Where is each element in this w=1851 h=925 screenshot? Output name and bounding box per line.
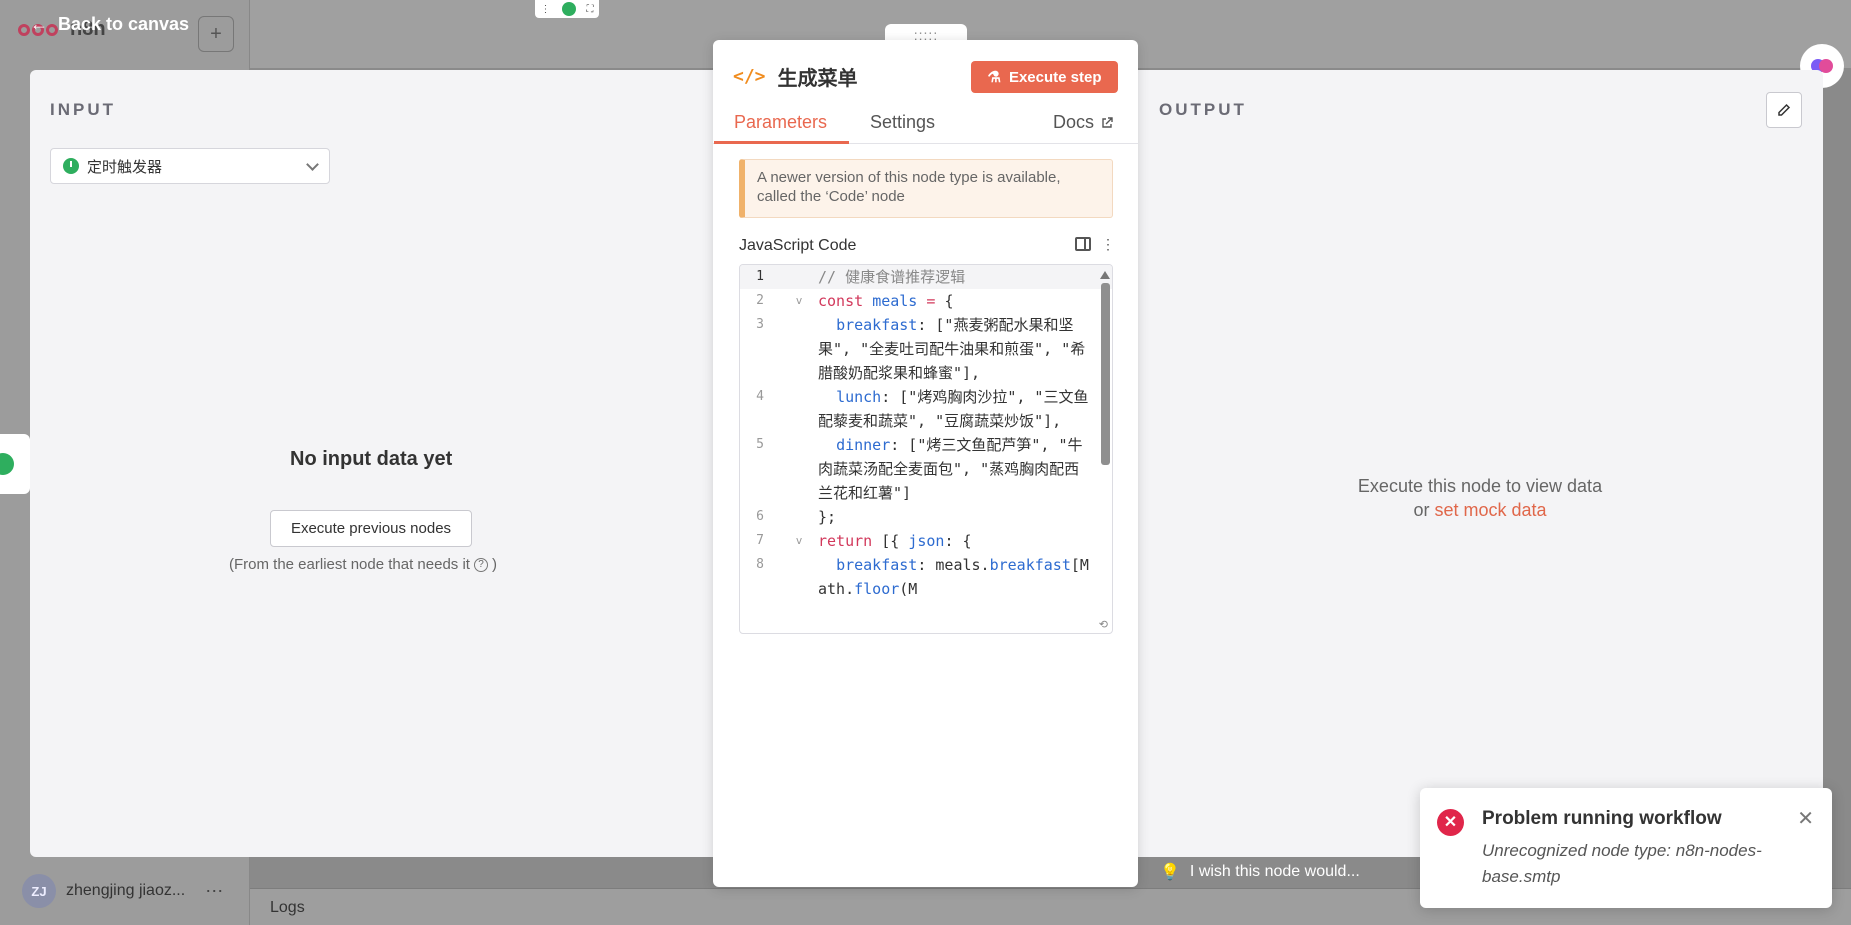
- toast-title: Problem running workflow: [1482, 808, 1722, 829]
- line-number: 6: [756, 509, 764, 524]
- upgrade-notice: A newer version of this node type is ava…: [739, 159, 1113, 218]
- fold-chevron-icon[interactable]: v: [780, 289, 818, 313]
- floating-toolbar: ⋮ ⛶: [535, 0, 599, 18]
- code-text: // 健康食谱推荐逻辑: [818, 268, 966, 286]
- play-icon[interactable]: [561, 2, 576, 16]
- docs-label: Docs: [1053, 112, 1095, 132]
- execute-step-button[interactable]: ⚗ Execute step: [971, 61, 1118, 93]
- clock-icon: [63, 158, 79, 174]
- user-menu[interactable]: ZJ zhengjing jiaoz... ⋯: [22, 874, 223, 908]
- code-line[interactable]: 2 v const meals = {: [740, 289, 1112, 313]
- avatar: ZJ: [22, 874, 56, 908]
- execute-previous-nodes-button[interactable]: Execute previous nodes: [270, 510, 472, 547]
- code-text: breakfast: ["燕麦粥配水果和坚果", "全麦吐司配牛油果和煎蛋", …: [818, 316, 1086, 382]
- no-input-title: No input data yet: [290, 448, 453, 470]
- hint-close: ): [491, 556, 497, 573]
- code-line[interactable]: 4 lunch: ["烤鸡胸肉沙拉", "三文鱼配藜麦和蔬菜", "豆腐蔬菜炒饭…: [740, 385, 1112, 433]
- error-icon: ✕: [1437, 809, 1464, 836]
- code-editor[interactable]: 1// 健康食谱推荐逻辑 2 v const meals = {3 breakfast…: [739, 264, 1113, 634]
- code-text: dinner: ["烤三文鱼配芦笋", "牛肉蔬菜汤配全麦面包", "蒸鸡胸肉配…: [818, 436, 1083, 502]
- fold-gutter: [780, 505, 818, 529]
- code-line[interactable]: 1 // 健康食谱推荐逻辑: [740, 265, 1112, 289]
- node-header: </> 生成菜单: [733, 62, 858, 91]
- selected-node-label: 定时触发器: [87, 158, 163, 176]
- line-number: 8: [756, 557, 764, 572]
- external-link-icon: [1102, 116, 1113, 128]
- tab-settings[interactable]: Settings: [870, 112, 935, 133]
- scroll-up-icon[interactable]: [1100, 271, 1110, 279]
- line-number: 3: [756, 317, 764, 332]
- node-title[interactable]: 生成菜单: [778, 62, 858, 91]
- active-tab-indicator: [714, 141, 849, 144]
- close-icon[interactable]: ✕: [1797, 806, 1814, 831]
- back-to-canvas-button[interactable]: ← Back to canvas: [30, 14, 189, 35]
- fold-chevron-icon[interactable]: v: [780, 529, 818, 553]
- fullscreen-icon[interactable]: ⛶: [587, 4, 594, 15]
- execute-step-label: Execute step: [1008, 68, 1102, 86]
- code-line[interactable]: 8 breakfast: meals.breakfast[Math.floor(…: [740, 553, 1112, 601]
- input-node-select[interactable]: 定时触发器: [50, 148, 330, 184]
- fold-gutter: [780, 265, 818, 289]
- fold-gutter: [780, 433, 818, 505]
- fold-gutter: [780, 385, 818, 433]
- error-toast: ✕ Problem running workflow Unrecognized …: [1420, 788, 1832, 908]
- tab-parameters[interactable]: Parameters: [734, 112, 827, 133]
- code-line[interactable]: 3 breakfast: ["燕麦粥配水果和坚果", "全麦吐司配牛油果和煎蛋"…: [740, 313, 1112, 385]
- code-text: breakfast: meals.breakfast[Math.floor(M: [818, 556, 1089, 598]
- help-icon[interactable]: ?: [473, 557, 488, 572]
- chevron-down-icon: [306, 157, 319, 171]
- lightbulb-icon: 💡: [1160, 864, 1180, 881]
- code-text: return [{ json: {: [818, 532, 972, 550]
- code-label: JavaScript Code: [739, 237, 857, 254]
- line-number: 2: [756, 293, 764, 308]
- output-heading: OUTPUT: [1159, 100, 1247, 119]
- code-line[interactable]: 5 dinner: ["烤三文鱼配芦笋", "牛肉蔬菜汤配全麦面包", "蒸鸡胸…: [740, 433, 1112, 505]
- resize-icon[interactable]: ⟲: [1099, 618, 1108, 631]
- logs-label: Logs: [270, 899, 305, 916]
- code-icon: </>: [733, 66, 766, 87]
- line-number: 1: [756, 269, 764, 284]
- editor-scrollbar[interactable]: [1100, 269, 1110, 629]
- fold-gutter: [780, 553, 818, 601]
- hint-text: (From the earliest node that needs it: [229, 556, 470, 573]
- user-name: zhengjing jiaoz...: [66, 882, 186, 899]
- docs-link[interactable]: Docs: [1053, 112, 1114, 133]
- set-mock-data-link[interactable]: set mock data: [1434, 500, 1546, 520]
- toast-message: Unrecognized node type: n8n-nodes-base.s…: [1482, 841, 1762, 886]
- arrow-left-icon: ←: [30, 14, 48, 34]
- feedback-prompt[interactable]: 💡 I wish this node would...: [1160, 862, 1360, 882]
- drag-dots-icon: ⋮: [540, 3, 551, 15]
- back-label: Back to canvas: [58, 14, 190, 34]
- input-hint: (From the earliest node that needs it ? …: [229, 556, 497, 573]
- more-icon[interactable]: ⋯: [205, 881, 223, 902]
- fold-gutter: [780, 313, 818, 385]
- or-text: or: [1413, 500, 1430, 520]
- flask-icon: ⚗: [987, 69, 1001, 86]
- code-text: const meals = {: [818, 292, 954, 310]
- edit-output-button[interactable]: [1766, 92, 1802, 128]
- kebab-menu-icon[interactable]: ⋮: [1101, 237, 1115, 251]
- code-tools: ⋮: [1075, 237, 1115, 251]
- output-message: Execute this node to view data: [1357, 476, 1603, 496]
- line-number: 4: [756, 389, 764, 404]
- code-text: };: [818, 508, 837, 526]
- output-empty-message: Execute this node to view data or set mo…: [1300, 474, 1660, 522]
- scroll-thumb[interactable]: [1100, 283, 1110, 465]
- add-button[interactable]: +: [198, 16, 234, 52]
- left-side-tab[interactable]: [0, 434, 30, 494]
- line-number: 5: [756, 437, 764, 452]
- code-line[interactable]: 7 v return [{ json: {: [740, 529, 1112, 553]
- line-number: 7: [756, 533, 764, 548]
- trigger-icon: [0, 453, 14, 475]
- wish-text: I wish this node would...: [1189, 863, 1360, 880]
- split-view-icon[interactable]: [1075, 237, 1091, 251]
- code-line[interactable]: 6};: [740, 505, 1112, 529]
- code-text: lunch: ["烤鸡胸肉沙拉", "三文鱼配藜麦和蔬菜", "豆腐蔬菜炒饭"]…: [818, 388, 1089, 430]
- input-heading: INPUT: [50, 100, 116, 119]
- pencil-icon: [1778, 103, 1791, 116]
